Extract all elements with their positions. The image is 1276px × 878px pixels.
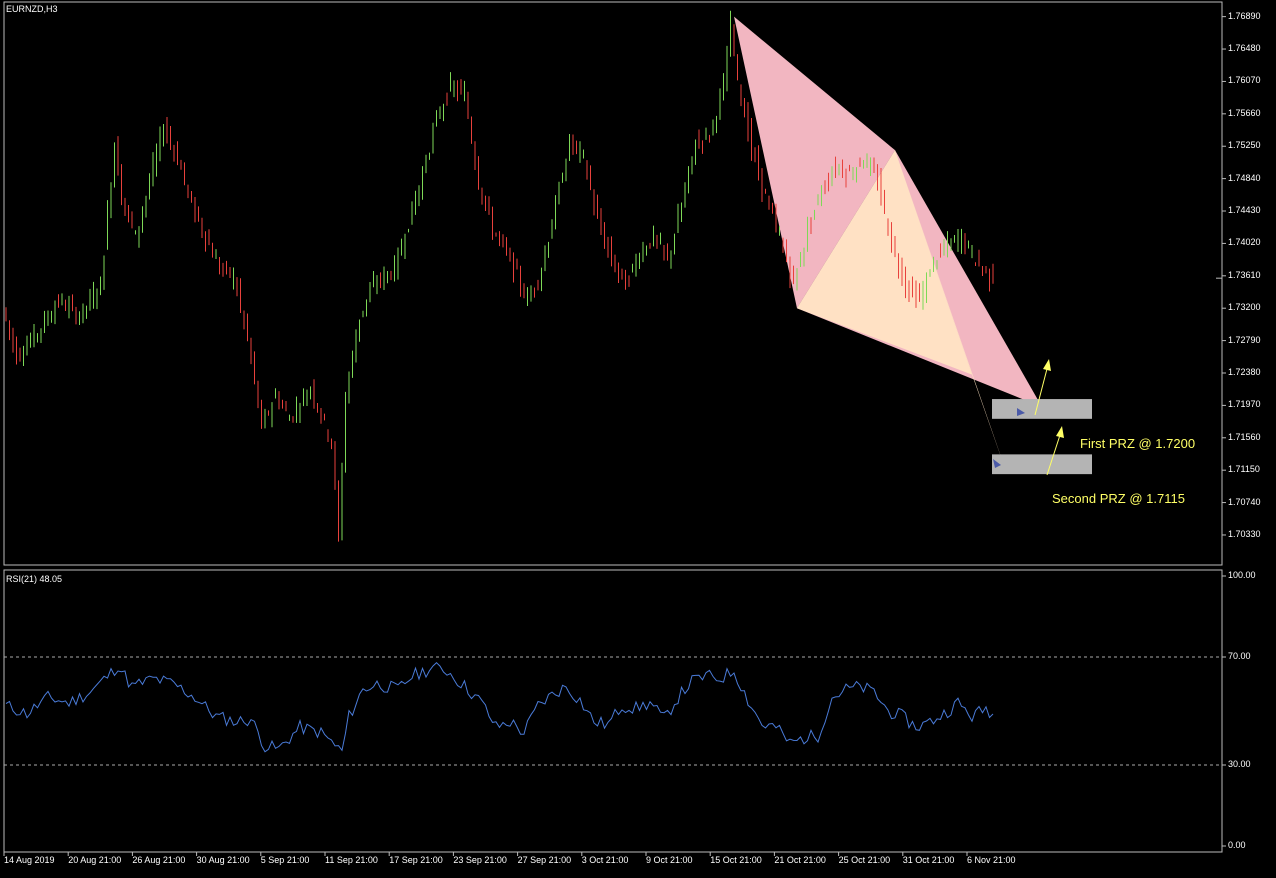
price-tick-label: 1.70330: [1228, 528, 1261, 539]
time-tick-label: 15 Oct 21:00: [710, 855, 762, 865]
time-tick-label: 21 Oct 21:00: [774, 855, 826, 865]
time-tick-label: 11 Sep 21:00: [325, 855, 378, 865]
time-tick-label: 6 Nov 21:00: [967, 855, 1016, 865]
time-tick-label: 30 Aug 21:00: [196, 855, 250, 865]
rsi-frame: [3, 569, 1223, 853]
rsi-tick-label: 70.00: [1228, 651, 1251, 661]
price-tick-label: 1.74430: [1228, 205, 1261, 216]
price-tick-label: 1.73610: [1228, 269, 1261, 280]
rsi-tick-label: 30.00: [1228, 759, 1251, 769]
time-tick-label: 3 Oct 21:00: [581, 855, 629, 865]
time-tick-label: 31 Oct 21:00: [902, 855, 955, 865]
arrow-head-1: [1043, 359, 1051, 371]
time-tick-label: 27 Sep 21:00: [517, 855, 572, 865]
time-tick-label: 5 Sep 21:00: [260, 855, 310, 865]
main-frame: [3, 1, 1223, 566]
price-tick-label: 1.75250: [1228, 140, 1261, 151]
arrow-head-2: [1056, 426, 1064, 438]
time-tick-label: 14 Aug 2019: [4, 855, 55, 865]
price-tick-label: 1.76070: [1228, 75, 1261, 86]
prz-second-annotation: Second PRZ @ 1.7115: [1052, 491, 1185, 506]
rsi-label: RSI(21) 48.05: [6, 574, 63, 584]
price-tick-label: 1.71150: [1228, 464, 1260, 475]
time-tick-label: 23 Sep 21:00: [453, 855, 507, 865]
price-tick-label: 1.71560: [1228, 431, 1261, 442]
time-tick-label: 26 Aug 21:00: [132, 855, 186, 865]
price-tick-label: 1.75660: [1228, 107, 1261, 118]
time-tick-label: 20 Aug 21:00: [68, 855, 122, 865]
rsi-tick-label: 100.00: [1228, 570, 1256, 580]
chart-window: EURNZD,H3 RSI(21) 48.05 First PRZ @ 1.72…: [0, 0, 1276, 873]
rsi-line: [5, 662, 994, 753]
price-tick-label: 1.76890: [1228, 10, 1261, 21]
price-tick-label: 1.72790: [1228, 334, 1261, 345]
price-tick-label: 1.76480: [1228, 43, 1261, 54]
symbol-label: EURNZD,H3: [6, 4, 58, 14]
time-tick-label: 25 Oct 21:00: [838, 855, 891, 865]
prz-first-annotation: First PRZ @ 1.7200: [1080, 436, 1196, 451]
price-tick-label: 1.70740: [1228, 496, 1261, 507]
prz-zone-2: [992, 454, 1092, 475]
time-tick-label: 9 Oct 21:00: [646, 855, 693, 865]
prz-zone-1: [992, 399, 1092, 419]
time-tick-label: 17 Sep 21:00: [389, 855, 443, 865]
price-tick-label: 1.72380: [1228, 366, 1261, 377]
price-tick-label: 1.74020: [1228, 237, 1261, 248]
price-tick-label: 1.73200: [1228, 302, 1261, 313]
rsi-tick-label: 0.00: [1228, 840, 1246, 850]
price-tick-label: 1.71970: [1228, 399, 1261, 410]
price-tick-label: 1.74840: [1228, 172, 1261, 183]
